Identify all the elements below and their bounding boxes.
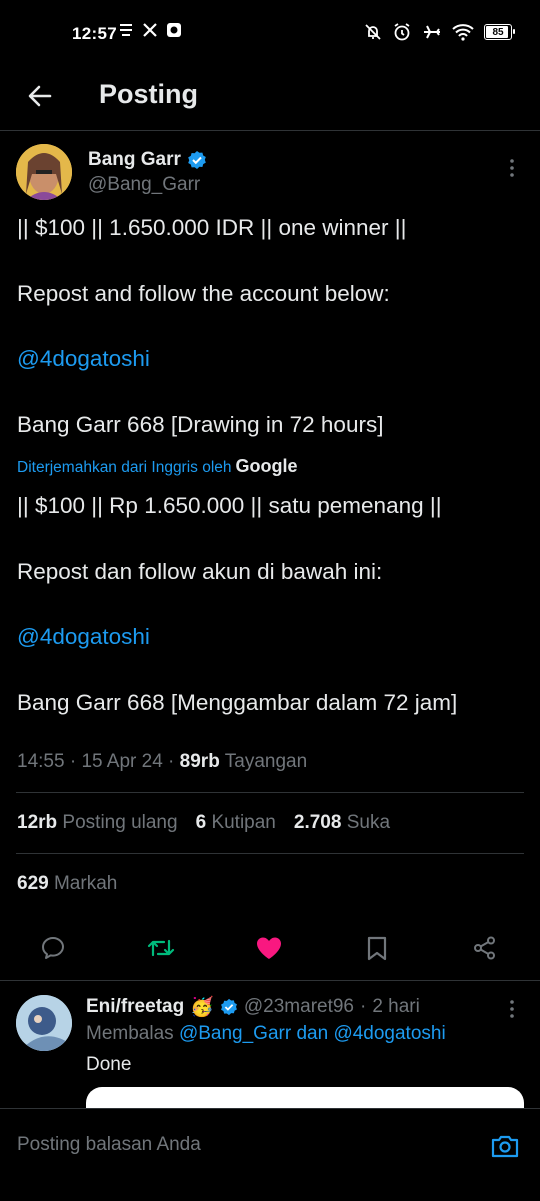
back-button[interactable] bbox=[20, 76, 60, 116]
reply-avatar-image bbox=[16, 995, 72, 1051]
tweet-line: || $100 || 1.650.000 IDR || one winner |… bbox=[17, 215, 407, 240]
verified-badge-icon bbox=[188, 151, 206, 169]
alarm-icon bbox=[394, 23, 410, 41]
share-icon bbox=[474, 936, 495, 960]
bookmark-icon bbox=[367, 936, 387, 961]
camera-button[interactable] bbox=[488, 1129, 522, 1163]
wifi-icon bbox=[452, 24, 474, 41]
author-name[interactable]: Bang Garr bbox=[88, 149, 207, 171]
quotes-stat[interactable]: 6 Kutipan bbox=[196, 812, 276, 834]
top-app-bar: Posting bbox=[0, 66, 540, 131]
page-title: Posting bbox=[99, 79, 198, 109]
reply-composer: Posting balasan Anda bbox=[0, 1108, 540, 1201]
status-time: 12:57 bbox=[72, 24, 117, 43]
reply-separator: · bbox=[360, 996, 367, 1017]
reposts-stat[interactable]: 12rb Posting ulang bbox=[17, 812, 178, 834]
translated-line: Bang Garr 668 [Menggambar dalam 72 jam] bbox=[17, 690, 458, 715]
repost-button[interactable] bbox=[141, 928, 181, 968]
bookmarks-label: Markah bbox=[53, 873, 118, 894]
quotes-label: Kutipan bbox=[211, 812, 276, 833]
reply-input[interactable]: Posting balasan Anda bbox=[17, 1134, 201, 1156]
reply-button[interactable] bbox=[33, 928, 73, 968]
reply-header: Eni/freetag 🥳 @23maret96 · 2 hari bbox=[86, 995, 420, 1019]
tweet-action-bar bbox=[0, 928, 540, 968]
battery-indicator: 85 bbox=[484, 24, 515, 40]
bookmarks-count: 629 bbox=[17, 873, 49, 894]
reposts-label: Posting ulang bbox=[62, 812, 178, 833]
camera-icon bbox=[491, 1135, 519, 1158]
views-count: 89rb bbox=[179, 751, 220, 772]
bookmark-stats: 629 Markah bbox=[17, 873, 117, 895]
reply-author-handle[interactable]: @23maret96 bbox=[244, 996, 354, 1018]
tweet-line: Bang Garr 668 [Drawing in 72 hours] bbox=[17, 412, 384, 437]
replying-and: dan bbox=[296, 1023, 329, 1044]
replying-prefix: Membalas bbox=[86, 1023, 174, 1044]
status-right-icons: 85 bbox=[364, 22, 515, 42]
reply-item[interactable]: Eni/freetag 🥳 @23maret96 · 2 hari Membala… bbox=[0, 980, 540, 1127]
reply-more-options-button[interactable] bbox=[500, 997, 524, 1021]
reposts-count: 12rb bbox=[17, 812, 58, 833]
airplane-icon bbox=[424, 25, 440, 39]
app-notification-icon bbox=[167, 23, 181, 37]
tweet-mention-link[interactable]: @4dogatoshi bbox=[17, 346, 150, 372]
mute-icon bbox=[365, 24, 381, 40]
verified-badge-icon bbox=[220, 998, 237, 1016]
likes-count: 2.708 bbox=[293, 812, 342, 833]
translation-attribution[interactable]: Diterjemahkan dari Inggris oleh Google bbox=[17, 456, 298, 477]
translated-line: || $100 || Rp 1.650.000 || satu pemenang… bbox=[17, 493, 442, 518]
likes-label: Suka bbox=[346, 812, 391, 833]
likes-stat[interactable]: 2.708 Suka bbox=[294, 812, 390, 834]
author-avatar[interactable] bbox=[16, 144, 72, 200]
replying-mention-2[interactable]: @4dogatoshi bbox=[333, 1023, 445, 1044]
status-left-icons bbox=[118, 22, 182, 38]
tweet-time: 14:55 bbox=[17, 751, 65, 772]
divider bbox=[16, 792, 524, 793]
more-vertical-icon bbox=[510, 159, 514, 177]
quotes-count: 6 bbox=[195, 812, 207, 833]
more-vertical-icon bbox=[510, 1000, 514, 1018]
tweet-date: 15 Apr 24 bbox=[81, 751, 163, 772]
battery-level: 85 bbox=[492, 26, 504, 38]
tweet-author: Bang Garr @Bang_Garr bbox=[16, 144, 524, 204]
reply-avatar[interactable] bbox=[16, 995, 72, 1051]
repost-icon bbox=[147, 939, 175, 957]
reply-time: 2 hari bbox=[372, 996, 420, 1017]
translated-mention-link[interactable]: @4dogatoshi bbox=[17, 624, 150, 650]
replying-mention-1[interactable]: @Bang_Garr bbox=[179, 1023, 291, 1044]
replying-to: Membalas @Bang_Garr dan @4dogatoshi bbox=[86, 1023, 446, 1045]
heart-filled-icon bbox=[257, 937, 281, 959]
author-avatar-image bbox=[16, 144, 72, 200]
more-options-button[interactable] bbox=[500, 156, 524, 180]
like-button[interactable] bbox=[249, 928, 289, 968]
author-handle[interactable]: @Bang_Garr bbox=[88, 174, 200, 196]
status-bar: 12:57 85 bbox=[0, 0, 540, 66]
author-name-text: Bang Garr bbox=[88, 149, 181, 170]
reply-author-name[interactable]: Eni/freetag bbox=[86, 996, 184, 1018]
divider bbox=[16, 853, 524, 854]
translation-provider: Google bbox=[235, 456, 298, 476]
reply-icon bbox=[42, 937, 64, 959]
reply-text: Done bbox=[86, 1054, 132, 1075]
tweet-meta: 14:55 · 15 Apr 24 · 89rb Tayangan bbox=[17, 751, 308, 772]
tweet-line: Repost and follow the account below: bbox=[17, 281, 390, 306]
share-button[interactable] bbox=[465, 928, 505, 968]
notification-icon bbox=[120, 24, 132, 36]
reply-name-emoji: 🥳 bbox=[190, 997, 214, 1018]
translated-line: Repost dan follow akun di bawah ini: bbox=[17, 559, 383, 584]
bookmarks-stat[interactable]: 629 Markah bbox=[17, 873, 117, 895]
views-label[interactable]: Tayangan bbox=[225, 751, 307, 772]
x-logo-icon bbox=[143, 23, 157, 37]
translation-label: Diterjemahkan dari Inggris oleh bbox=[17, 459, 232, 476]
arrow-left-icon bbox=[28, 85, 52, 107]
bookmark-button[interactable] bbox=[357, 928, 397, 968]
engagement-stats: 12rb Posting ulang 6 Kutipan 2.708 Suka bbox=[17, 812, 390, 834]
